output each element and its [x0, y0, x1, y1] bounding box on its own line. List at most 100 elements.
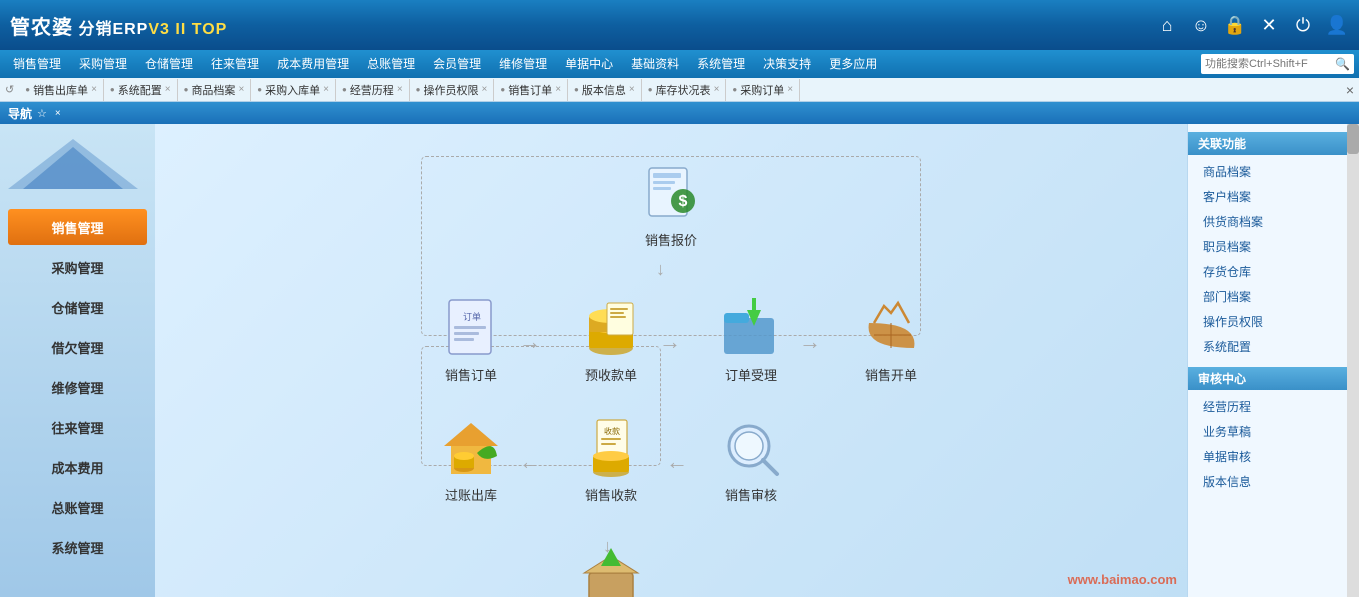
svg-text:订单: 订单 [463, 311, 481, 322]
sidebar-item-system[interactable]: 系统管理 [8, 529, 147, 565]
tab-sales-outbound[interactable]: 销售出库单× [19, 79, 104, 101]
post-out-icon [436, 416, 506, 481]
panel-section-related-title: 关联功能 [1188, 132, 1347, 155]
flow-label-sales-audit: 销售审核 [725, 485, 777, 504]
arrow-right-1: → [519, 329, 541, 355]
flow-item-order-accept[interactable]: 订单受理 [706, 296, 796, 384]
panel-link-operator[interactable]: 操作员权限 [1188, 309, 1347, 334]
flow-item-sales-open[interactable]: 销售开单 [846, 296, 936, 384]
flow-label-sales-receipt: 销售收款 [585, 485, 637, 504]
sales-open-icon [856, 296, 926, 361]
panel-link-customer[interactable]: 客户档案 [1188, 184, 1347, 209]
sales-quote-icon: $ [636, 161, 706, 226]
sales-order-icon: 订单 [436, 296, 506, 361]
panel-link-warehouse[interactable]: 存货仓库 [1188, 259, 1347, 284]
panel-section-audit-title: 审核中心 [1188, 367, 1347, 390]
panel-link-biz-history[interactable]: 经营历程 [1188, 394, 1347, 419]
svg-text:$: $ [679, 193, 688, 210]
search-box[interactable]: 🔍 [1201, 54, 1354, 74]
svg-text:收款: 收款 [604, 426, 620, 436]
flow-item-sales-order[interactable]: 订单 销售订单 [426, 296, 516, 384]
user-group-icon[interactable]: ☺ [1189, 15, 1213, 36]
panel-link-staff[interactable]: 职员档案 [1188, 234, 1347, 259]
flow-item-sales-receipt[interactable]: 收款 销售收款 [566, 416, 656, 504]
arrow-right-4: ← [519, 449, 541, 475]
search-input[interactable] [1205, 58, 1335, 70]
tab-product[interactable]: 商品档案× [178, 79, 252, 101]
sidebar-item-sales[interactable]: 销售管理 [8, 209, 147, 245]
flow-item-prepay[interactable]: 预收款单 [566, 296, 656, 384]
panel-link-sysconfig[interactable]: 系统配置 [1188, 334, 1347, 359]
tab-operator-perms[interactable]: 操作员权限× [410, 79, 495, 101]
flow-label-prepay: 预收款单 [585, 365, 637, 384]
search-button[interactable]: 🔍 [1335, 57, 1350, 71]
nav-more[interactable]: 更多应用 [821, 52, 885, 76]
sub-nav-tab[interactable]: ☆ [37, 107, 47, 120]
sidebar: 销售管理 采购管理 仓储管理 借欠管理 维修管理 往来管理 成本费用 总账管理 … [0, 124, 155, 597]
tab-history[interactable]: 经营历程× [336, 79, 410, 101]
panel-section-related: 关联功能 商品档案 客户档案 供货商档案 职员档案 存货仓库 部门档案 操作员权… [1188, 132, 1347, 359]
nav-system[interactable]: 系统管理 [689, 52, 753, 76]
tab-refresh-icon[interactable]: ↺ [5, 83, 14, 96]
panel-link-supplier[interactable]: 供货商档案 [1188, 209, 1347, 234]
flow-item-post-out[interactable]: 过账出库 [426, 416, 516, 504]
arrow-down-1: ↓ [656, 259, 665, 280]
tab-purchase-inbound[interactable]: 采购入库单× [251, 79, 336, 101]
arrow-right-2: → [659, 329, 681, 355]
sales-return-icon [576, 546, 646, 597]
home-icon[interactable]: ⌂ [1155, 15, 1179, 36]
tab-sales-order[interactable]: 销售订单× [494, 79, 568, 101]
panel-link-doc-audit[interactable]: 单据审核 [1188, 444, 1347, 469]
nav-transactions[interactable]: 往来管理 [203, 52, 267, 76]
user-icon[interactable]: 👤 [1325, 15, 1349, 36]
app-logo: 管农婆 分销ERPV3 II TOP [10, 11, 227, 40]
nav-basic[interactable]: 基础资料 [623, 52, 687, 76]
sidebar-item-transactions[interactable]: 往来管理 [8, 409, 147, 445]
header-icons: ⌂ ☺ 🔒 ✕ ⏻ 👤 [1155, 15, 1349, 36]
nav-purchase[interactable]: 采购管理 [71, 52, 135, 76]
flow-label-sales-order: 销售订单 [445, 365, 497, 384]
power-icon[interactable]: ⏻ [1291, 15, 1315, 36]
tab-inventory-status[interactable]: 库存状况表× [642, 79, 727, 101]
nav-repair[interactable]: 维修管理 [491, 52, 555, 76]
nav-cost[interactable]: 成本费用管理 [269, 52, 357, 76]
close-circle-icon[interactable]: ✕ [1257, 15, 1281, 36]
sales-receipt-icon: 收款 [576, 416, 646, 481]
flow-item-sales-return[interactable]: 销售退货 [566, 546, 656, 597]
panel-link-version[interactable]: 版本信息 [1188, 469, 1347, 494]
tab-version[interactable]: 版本信息× [568, 79, 642, 101]
close-all-tabs-button[interactable]: × [1346, 82, 1354, 98]
right-panel: 关联功能 商品档案 客户档案 供货商档案 职员档案 存货仓库 部门档案 操作员权… [1187, 124, 1347, 597]
right-scrollbar[interactable] [1347, 124, 1359, 597]
navbar: 销售管理 采购管理 仓储管理 往来管理 成本费用管理 总账管理 会员管理 维修管… [0, 50, 1359, 78]
sidebar-item-debt[interactable]: 借欠管理 [8, 329, 147, 365]
tabs-bar: ↺ 销售出库单× 系统配置× 商品档案× 采购入库单× 经营历程× 操作员权限×… [0, 78, 1359, 102]
nav-warehouse[interactable]: 仓储管理 [137, 52, 201, 76]
flow-item-sales-audit[interactable]: 销售审核 [706, 416, 796, 504]
panel-link-product[interactable]: 商品档案 [1188, 159, 1347, 184]
flow-label-sales-quote: 销售报价 [645, 230, 697, 249]
flow-label-sales-open: 销售开单 [865, 365, 917, 384]
lock-icon[interactable]: 🔒 [1223, 15, 1247, 36]
sub-nav-close-icon[interactable]: × [55, 108, 61, 119]
nav-document[interactable]: 单据中心 [557, 52, 621, 76]
panel-link-dept[interactable]: 部门档案 [1188, 284, 1347, 309]
tab-purchase-order[interactable]: 采购订单× [726, 79, 800, 101]
sidebar-deco [8, 139, 138, 189]
sidebar-item-repair[interactable]: 维修管理 [8, 369, 147, 405]
sidebar-item-warehouse[interactable]: 仓储管理 [8, 289, 147, 325]
panel-link-draft[interactable]: 业务草稿 [1188, 419, 1347, 444]
scrollbar-thumb[interactable] [1347, 124, 1359, 154]
nav-decision[interactable]: 决策支持 [755, 52, 819, 76]
center-content: $ 销售报价 ↓ 订单 销售订单 [155, 124, 1187, 597]
sidebar-item-cost[interactable]: 成本费用 [8, 449, 147, 485]
nav-sales[interactable]: 销售管理 [5, 52, 69, 76]
sidebar-item-purchase[interactable]: 采购管理 [8, 249, 147, 285]
nav-member[interactable]: 会员管理 [425, 52, 489, 76]
nav-ledger[interactable]: 总账管理 [359, 52, 423, 76]
flow-item-sales-quote[interactable]: $ 销售报价 [626, 161, 716, 249]
arrow-right-3: → [799, 329, 821, 355]
tab-system-config[interactable]: 系统配置× [104, 79, 178, 101]
flow-label-post-out: 过账出库 [445, 485, 497, 504]
sidebar-item-ledger[interactable]: 总账管理 [8, 489, 147, 525]
